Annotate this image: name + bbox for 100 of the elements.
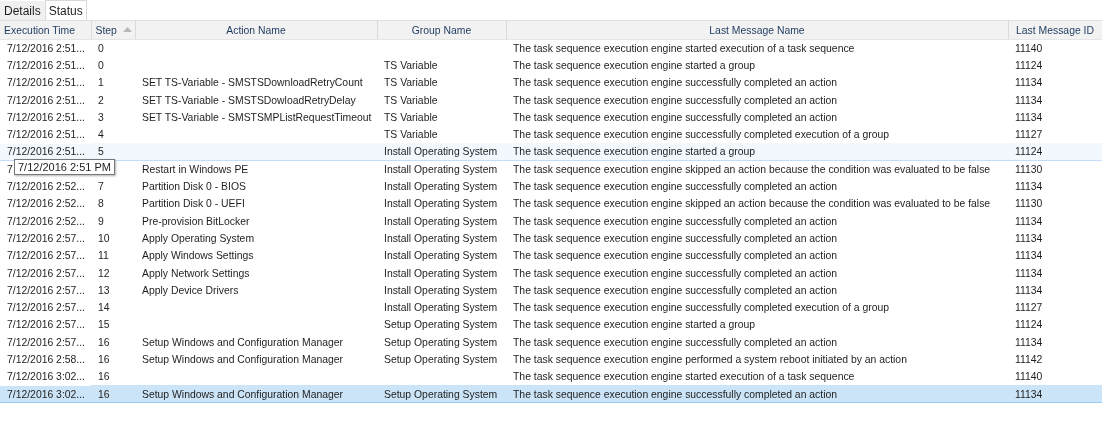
table-row[interactable]: 7/12/2016 2:57... 12 Apply Network Settings Install Operating System The task sequence execution engine successfully completed an action 11134 (0, 264, 1102, 282)
table-row[interactable]: 7/12/2016 2:52... 7 Partition Disk 0 - BIOS Install Operating System The task sequence execution engine successfully completed an action 11134 (0, 177, 1102, 196)
column-header[interactable]: Last Message Name (506, 20, 1008, 40)
table-cell: 11134 (1015, 232, 1043, 244)
table-row[interactable]: 7/12/2016 2:57... 10 Apply Operating System Install Operating System The task sequence execution engine successfully completed an action 11134 (0, 229, 1102, 248)
table-cell: The task sequence execution engine successfully completed an action (513, 94, 838, 106)
column-header[interactable]: Group Name (377, 20, 506, 40)
table-row[interactable]: 7/12/2016 2:51... 2 SET TS-Variable - SMSTSDowloadRetryDelay TS Variable The task sequence execution engine successfully completed an action 11134 (0, 91, 1102, 109)
table-row[interactable]: 7/12/2016 2:57... 11 Apply Windows Settings Install Operating System The task sequence execution engine successfully completed an action 11134 (0, 247, 1102, 265)
table-row[interactable]: 7/12/2016 2:57... 14 Install Operating System The task sequence execution engine successfully completed execution of a group 11127 (0, 298, 1102, 317)
table-row[interactable]: 7/12/2016 2:51... 5 Install Operating System The task sequence execution engine started a group 11124 (0, 143, 1102, 161)
table-cell: 16 (98, 354, 110, 365)
table-row[interactable]: 7/12/2016 2:51... 3 SET TS-Variable - SMSTSMPListRequestTimeout TS Variable The task sequence execution engine successfully completed an action 11134 (0, 108, 1102, 126)
table-cell: Install Operating System (384, 215, 498, 227)
table-cell: The task sequence execution engine successfully completed an action (513, 284, 838, 296)
table-row[interactable]: 7/12/2016 2:57... 15 Setup Operating System The task sequence execution engine started a group 11124 (0, 316, 1102, 334)
table-cell: 5 (98, 146, 104, 158)
table-cell: Partition Disk 0 - UEFI (142, 198, 245, 210)
table-cell: 11140 (1015, 371, 1043, 383)
table-row[interactable]: 7/12/2016 3:02... 16 The task sequence execution engine started execution of a task sequence 11140 (0, 368, 1102, 386)
table-cell: 7/12/2016 2:51... (7, 59, 85, 71)
table-cell: 7/12/2016 2:58... (7, 354, 85, 365)
table-cell: Apply Windows Settings (142, 250, 254, 262)
table-cell: The task sequence execution engine started execution of a task sequence (513, 42, 855, 54)
table-cell: 16 (98, 336, 110, 348)
table-cell: 2 (98, 94, 104, 106)
table-cell: 7/12/2016 2:57... (7, 250, 85, 262)
table-cell: 7/12/2016 2:57... (7, 302, 85, 314)
table-cell: The task sequence execution engine successfully completed execution of a group (513, 302, 890, 314)
table-cell: 11124 (1015, 59, 1043, 71)
table-cell: 7/12/2016 2:57... (7, 336, 85, 348)
table-cell: 7/12/2016 3:02... (7, 371, 85, 383)
table-cell: The task sequence execution engine successfully completed an action (513, 215, 838, 227)
table-cell: 12 (98, 267, 110, 279)
table-cell: 4 (98, 129, 104, 141)
table-cell: 7/12/2016 2:51... (7, 111, 85, 123)
table-cell: Setup Operating System (384, 336, 498, 348)
table-row[interactable]: 7/12/2016 2:51... 1 SET TS-Variable - SMSTSDownloadRetryCount TS Variable The task sequence execution engine successfully completed an action 11134 (0, 74, 1102, 92)
table-cell: The task sequence execution engine successfully completed an action (513, 336, 838, 348)
table-cell: 11134 (1015, 336, 1043, 348)
table-cell: 3 (98, 111, 104, 123)
table-cell: 0 (98, 42, 104, 54)
table-cell: Setup Windows and Configuration Manager (142, 336, 343, 348)
table-row[interactable]: 7/12/2016 2:51... 0 TS Variable The task sequence execution engine started a group 11124 (0, 56, 1102, 75)
table-cell: 16 (98, 388, 110, 400)
table-cell: 7/12/2016 2:57... (7, 267, 85, 279)
table-row[interactable]: 7/12/2016 2:52... 9 Pre-provision BitLocker Install Operating System The task sequence execution engine successfully completed an action 11134 (0, 212, 1102, 230)
tab[interactable]: Status (44, 0, 87, 20)
table-cell: 7/12/2016 2:57... (7, 232, 85, 244)
table-cell: 11142 (1015, 354, 1043, 365)
table-cell: 15 (98, 319, 110, 331)
table-row[interactable]: 7/12/2016 2:51... 4 TS Variable The task sequence execution engine successfully completed execution of a group 11127 (0, 126, 1102, 144)
table-cell: 11134 (1015, 267, 1043, 279)
table-cell: SET TS-Variable - SMSTSDowloadRetryDelay (142, 94, 356, 106)
column-header[interactable]: Execution Time (0, 20, 91, 40)
table-cell: The task sequence execution engine successfully completed an action (513, 77, 838, 89)
tab[interactable]: Details (0, 1, 45, 20)
table-cell: Setup Operating System (384, 319, 498, 331)
table-cell: Install Operating System (384, 163, 498, 175)
table-cell: Install Operating System (384, 181, 498, 192)
column-header[interactable]: Step (91, 20, 135, 40)
table-cell: Install Operating System (384, 198, 498, 210)
table-cell: 11134 (1015, 94, 1043, 106)
table-cell: 7/12/2016 2:51... (7, 146, 85, 158)
table-cell: 11 (98, 250, 109, 262)
table-cell: 14 (98, 302, 110, 314)
table-cell: 7/12/2016 2:52... (7, 181, 85, 192)
table-cell: Setup Windows and Configuration Manager (142, 354, 343, 365)
table-row[interactable]: 7/12/2016 2:57... 13 Apply Device Drivers Install Operating System The task sequence execution engine successfully completed an action 11134 (0, 281, 1102, 299)
table-row[interactable]: 7/12/2016 2:58... 16 Setup Windows and Configuration Manager Setup Operating System The task sequence execution engine performed a system reboot initiated by an action 11142 (0, 350, 1102, 369)
table-cell: 11124 (1015, 146, 1043, 158)
table-cell: 10 (98, 232, 110, 244)
table-cell: Partition Disk 0 - BIOS (142, 181, 246, 192)
table-row[interactable]: 7/12/2016 2:52... 8 Partition Disk 0 - UEFI Install Operating System The task sequence execution engine skipped an action because the condition was evaluated to be false 11130 (0, 195, 1102, 213)
table-cell: TS Variable (384, 94, 438, 106)
table-cell: 11134 (1015, 250, 1043, 262)
table-cell: 11134 (1015, 181, 1043, 192)
table-cell: The task sequence execution engine successfully completed an action (513, 181, 838, 192)
table-cell: 7/12/2016 3:02... (7, 388, 85, 400)
table-cell: 11134 (1015, 284, 1043, 296)
table-cell: The task sequence execution engine successfully completed execution of a group (513, 129, 890, 141)
table-cell: The task sequence execution engine skipped an action because the condition was evaluated to be false (513, 163, 991, 175)
column-header[interactable]: Action Name (135, 20, 377, 40)
table-row[interactable]: 7/12/2016 2:57... 16 Setup Windows and Configuration Manager Setup Operating System The task sequence execution engine successfully completed an action 11134 (0, 333, 1102, 351)
table-cell: Install Operating System (384, 284, 498, 296)
table-cell: TS Variable (384, 77, 438, 89)
table-cell: 11134 (1015, 111, 1043, 123)
table-cell: TS Variable (384, 111, 438, 123)
table-cell: The task sequence execution engine performed a system reboot initiated by an action (513, 354, 907, 365)
table-cell: 7/12/2016 2:57... (7, 319, 85, 331)
table-cell: 11134 (1015, 77, 1043, 89)
column-header[interactable]: Last Message ID (1008, 20, 1102, 40)
table-row[interactable]: 7/12/2016 2:51... 0 The task sequence execution engine started execution of a task sequence 11140 (0, 39, 1102, 57)
tooltip: 7/12/2016 2:51 PM (14, 159, 115, 176)
table-cell: 13 (98, 284, 110, 296)
table-row[interactable]: 7/12/2016 3:02... 16 Setup Windows and Configuration Manager Setup Operating System The task sequence execution engine successfully completed an action 11134 (0, 385, 1102, 403)
table-cell: 11134 (1015, 215, 1043, 227)
table-cell: Install Operating System (384, 302, 498, 314)
table-row[interactable]: 7 7/12/2016 2:51 PM Restart in Windows PE Install Operating System The task sequence execution engine skipped an action because the condition was evaluated to be false 11130 (0, 160, 1102, 178)
table-cell: Apply Network Settings (142, 267, 250, 279)
